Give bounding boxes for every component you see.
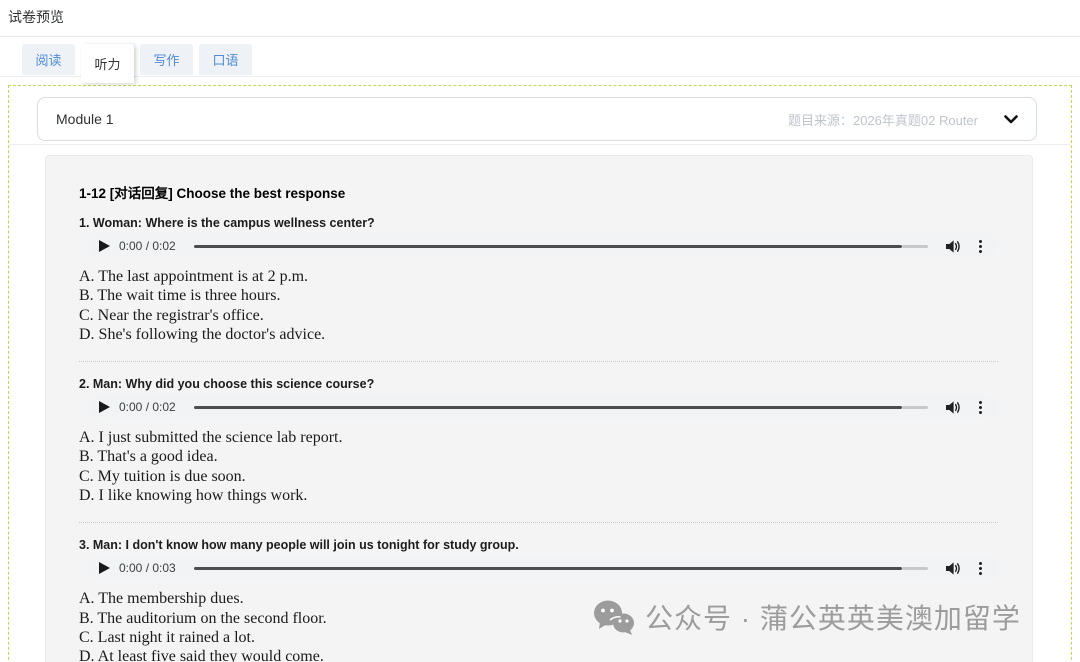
question-separator <box>79 361 998 362</box>
play-icon[interactable] <box>99 562 110 574</box>
exam-content-region: Module 1 题目来源：2026年真题02 Router 1-12 [对话回… <box>8 85 1072 662</box>
question-separator <box>79 522 998 523</box>
option-line: D. At least five said they would come. <box>79 647 998 662</box>
option-line: B. That's a good idea. <box>79 447 998 466</box>
option-line: D. She's following the doctor's advice. <box>79 325 998 344</box>
option-line: D. I like knowing how things work. <box>79 486 998 505</box>
question-block: 2. Man: Why did you choose this science … <box>79 361 998 505</box>
option-line: C. Last night it rained a lot. <box>79 628 998 647</box>
option-line: C. My tuition is due soon. <box>79 467 998 486</box>
tab-reading[interactable]: 阅读 <box>22 44 75 75</box>
question-stem: 1. Woman: Where is the campus wellness c… <box>79 216 998 231</box>
volume-icon[interactable] <box>946 240 961 253</box>
question-stem: 2. Man: Why did you choose this science … <box>79 377 998 392</box>
options-list: A. I just submitted the science lab repo… <box>79 428 998 505</box>
audio-progress-elapsed <box>194 245 903 248</box>
page-header: 试卷预览 <box>0 0 1080 37</box>
option-line: B. The wait time is three hours. <box>79 286 998 305</box>
question-stem: 3. Man: I don't know how many people wil… <box>79 538 998 553</box>
audio-menu-icon[interactable] <box>977 399 984 416</box>
audio-time: 0:00 / 0:02 <box>119 400 176 414</box>
question-panel: 1-12 [对话回复] Choose the best response 1. … <box>45 155 1033 662</box>
audio-progress-remaining <box>902 245 928 248</box>
tab-writing[interactable]: 写作 <box>140 44 193 75</box>
audio-progress-remaining <box>902 406 928 409</box>
audio-progress-remaining <box>902 567 928 570</box>
question-block: 3. Man: I don't know how many people wil… <box>79 522 998 662</box>
question-source-value: 2026年真题02 Router <box>853 113 978 128</box>
options-list: A. The membership dues.B. The auditorium… <box>79 589 998 662</box>
option-line: B. The auditorium on the second floor. <box>79 609 998 628</box>
audio-progress-bar[interactable] <box>194 245 928 248</box>
tab-speaking[interactable]: 口语 <box>199 44 252 75</box>
audio-progress-elapsed <box>194 406 903 409</box>
module-title: Module 1 <box>56 111 114 127</box>
option-line: A. I just submitted the science lab repo… <box>79 428 998 447</box>
audio-progress-bar[interactable] <box>194 406 928 409</box>
module-header-row: Module 1 题目来源：2026年真题02 Router <box>37 97 1043 141</box>
play-icon[interactable] <box>99 240 110 252</box>
audio-menu-icon[interactable] <box>977 560 984 577</box>
audio-player[interactable]: 0:00 / 0:02 <box>89 395 998 419</box>
audio-progress-bar[interactable] <box>194 567 928 570</box>
audio-player[interactable]: 0:00 / 0:02 <box>89 234 998 258</box>
chevron-down-icon[interactable] <box>1004 115 1018 124</box>
module-collapse-header[interactable]: Module 1 题目来源：2026年真题02 Router <box>37 97 1037 141</box>
volume-icon[interactable] <box>946 401 961 414</box>
option-line: A. The membership dues. <box>79 589 998 608</box>
section-heading: 1-12 [对话回复] Choose the best response <box>79 182 998 202</box>
audio-menu-icon[interactable] <box>977 238 984 255</box>
option-line: C. Near the registrar's office. <box>79 306 998 325</box>
page-title: 试卷预览 <box>8 9 64 25</box>
tab-listening[interactable]: 听力 <box>81 44 134 83</box>
tab-strip: 阅读 听力 写作 口语 <box>0 37 1080 77</box>
options-list: A. The last appointment is at 2 p.m.B. T… <box>79 267 998 344</box>
question-block: 1. Woman: Where is the campus wellness c… <box>79 216 998 344</box>
questions-list: 1. Woman: Where is the campus wellness c… <box>79 216 998 662</box>
module-divider <box>9 144 1071 145</box>
audio-time: 0:00 / 0:02 <box>119 239 176 253</box>
audio-time: 0:00 / 0:03 <box>119 561 176 575</box>
audio-player[interactable]: 0:00 / 0:03 <box>89 556 998 580</box>
play-icon[interactable] <box>99 401 110 413</box>
option-line: A. The last appointment is at 2 p.m. <box>79 267 998 286</box>
audio-progress-elapsed <box>194 567 903 570</box>
question-source-label: 题目来源： <box>788 113 853 128</box>
volume-icon[interactable] <box>946 562 961 575</box>
question-source: 题目来源：2026年真题02 Router <box>788 110 978 129</box>
